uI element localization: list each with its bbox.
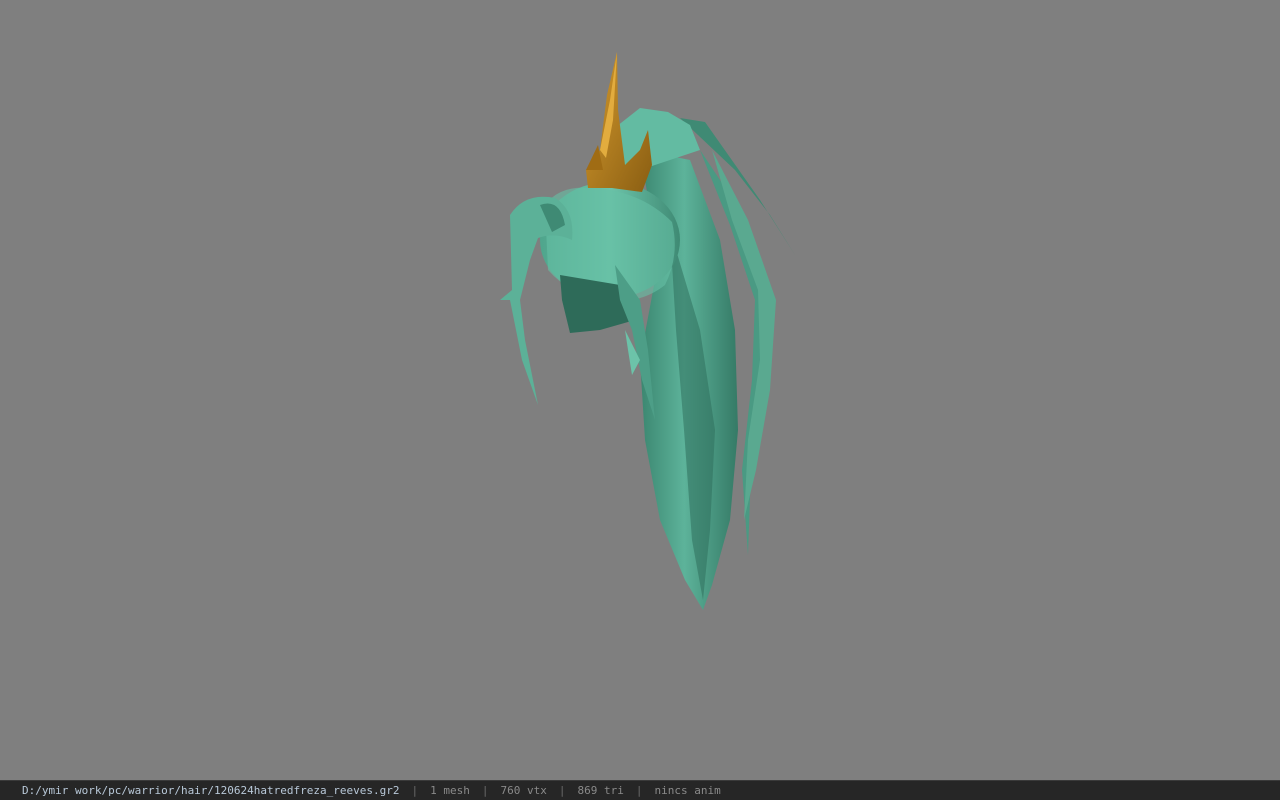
- separator: |: [411, 784, 419, 797]
- triangle-count: 869 tri: [577, 784, 624, 797]
- separator: |: [635, 784, 643, 797]
- animation-status: nincs anim: [654, 784, 721, 797]
- status-bar: D:/ymir work/pc/warrior/hair/120624hatre…: [0, 780, 1280, 800]
- hair-model: [500, 52, 795, 610]
- vertex-count: 760 vtx: [500, 784, 547, 797]
- mesh-count: 1 mesh: [430, 784, 470, 797]
- separator: |: [558, 784, 566, 797]
- file-path: D:/ymir work/pc/warrior/hair/120624hatre…: [22, 784, 400, 797]
- 3d-viewport[interactable]: [0, 0, 1280, 780]
- separator: |: [481, 784, 489, 797]
